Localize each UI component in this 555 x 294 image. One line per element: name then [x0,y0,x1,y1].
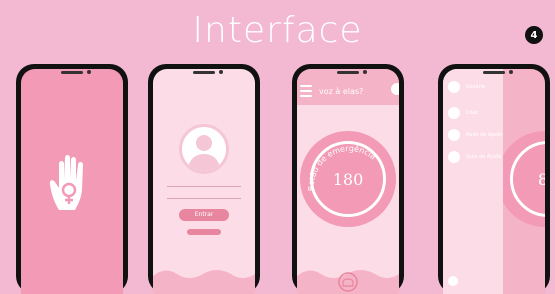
password-field[interactable] [167,198,241,199]
app-header: voz à elas? [297,69,399,105]
phone-menu-screen: 80 Usuário Chat Rede de Apoio Guia de A [438,64,550,294]
emergency-label: Botão de emergência [307,143,378,191]
settings-icon[interactable] [448,276,458,286]
user-avatar-icon[interactable] [179,124,229,174]
username-field[interactable] [167,186,241,187]
phone-notch [193,71,215,74]
phone-notch [337,71,359,74]
login-screen: Entrar [153,69,255,294]
phone-camera [87,70,91,74]
profile-icon[interactable] [391,83,399,95]
phone-notch [61,71,83,74]
chat-icon [448,107,460,119]
menu-icon[interactable] [300,85,312,100]
bottom-wave-decoration [153,270,255,294]
phone-camera [219,70,223,74]
counter-value: 80 [510,141,545,217]
emergency-button[interactable]: 80 [497,131,545,227]
support-network-icon [448,129,460,141]
side-menu: Usuário Chat Rede de Apoio Guia de Ajuda [443,69,503,294]
emergency-screen: voz à elas? 180 Botão de emergência [297,69,399,294]
menu-item-support[interactable]: Rede de Apoio [448,129,502,141]
menu-item-guide[interactable]: Guia de Ajuda [448,151,501,163]
header-title: voz à elas? [319,87,364,96]
phone-splash-screen [16,64,128,294]
hand-female-symbol-icon [49,154,83,210]
register-link[interactable] [187,229,221,235]
slide-title: Interface [192,10,363,51]
guide-icon [448,151,460,163]
bottom-wave-decoration [297,270,399,294]
enter-button[interactable]: Entrar [179,209,229,221]
page-number-badge: 4 [525,26,543,44]
presentation-slide: Interface 4 Entrar voz à elas? 180 Botão… [0,0,555,294]
menu-screen: 80 Usuário Chat Rede de Apoio Guia de A [443,69,545,294]
svg-text:Botão de emergência: Botão de emergência [307,143,378,191]
phone-emergency-screen: voz à elas? 180 Botão de emergência [292,64,404,294]
phone-camera [509,70,513,74]
phone-notch [483,71,505,74]
menu-item-user[interactable]: Usuário [448,81,485,93]
user-icon [448,81,460,93]
splash-screen [21,69,123,294]
phone-camera [363,70,367,74]
phone-login-screen: Entrar [148,64,260,294]
menu-item-chat[interactable]: Chat [448,107,478,119]
